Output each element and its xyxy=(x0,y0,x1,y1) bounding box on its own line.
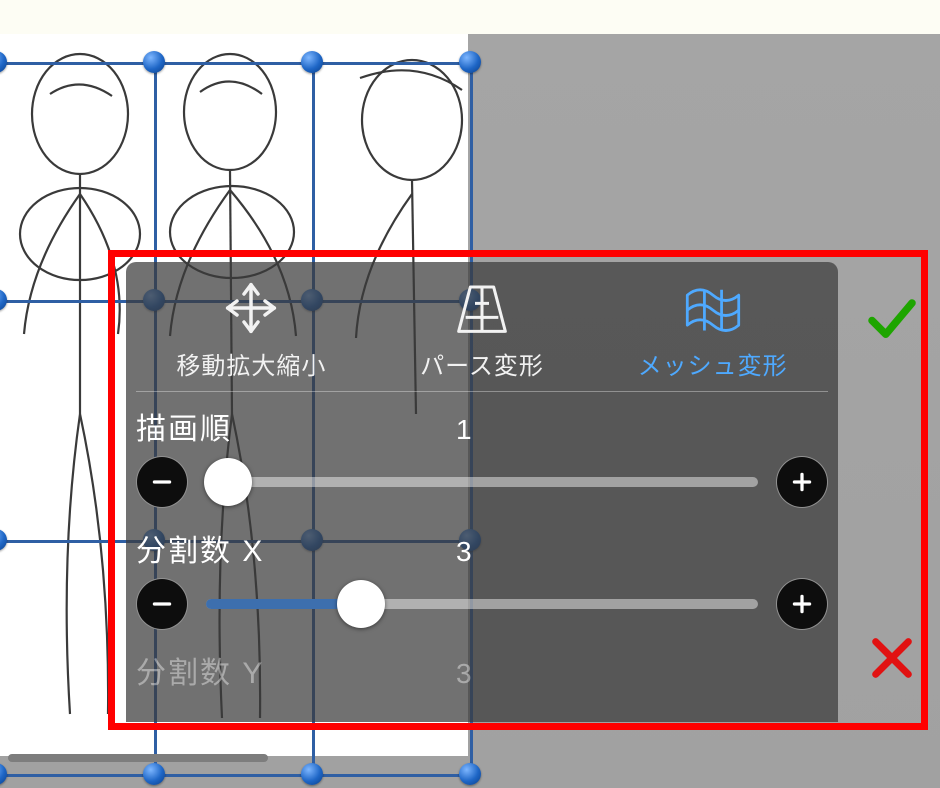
decrement-button[interactable] xyxy=(136,456,188,508)
slider-divisions-x[interactable] xyxy=(206,595,758,613)
tab-label: 移動拡大縮小 xyxy=(176,346,326,381)
increment-button[interactable] xyxy=(776,578,828,630)
value-draw-order: 1 xyxy=(456,414,472,446)
transform-controls: 描画順 1 分割数 X 3 xyxy=(126,392,838,692)
mesh-node[interactable] xyxy=(143,763,165,785)
transform-panel: 移動拡大縮小 パース変形 メッシ xyxy=(126,262,838,722)
slider-draw-order[interactable] xyxy=(206,473,758,491)
perspective-icon xyxy=(454,280,510,336)
tab-move-scale[interactable]: 移動拡大縮小 xyxy=(136,280,367,381)
confirm-button[interactable] xyxy=(854,280,930,356)
mesh-icon xyxy=(683,280,743,336)
control-divisions-y: 分割数 Y 3 xyxy=(136,648,828,692)
tab-perspective[interactable]: パース変形 xyxy=(367,280,598,381)
slider-thumb[interactable] xyxy=(337,580,385,628)
horizontal-scrollbar[interactable] xyxy=(8,754,268,762)
value-divisions-y: 3 xyxy=(456,658,472,690)
mesh-node[interactable] xyxy=(459,763,481,785)
slider-thumb[interactable] xyxy=(204,458,252,506)
tab-mesh[interactable]: メッシュ変形 xyxy=(597,280,828,381)
control-draw-order: 描画順 1 xyxy=(136,404,828,508)
label-divisions-x: 分割数 X xyxy=(136,526,456,570)
mesh-node[interactable] xyxy=(0,763,7,785)
increment-button[interactable] xyxy=(776,456,828,508)
label-divisions-y: 分割数 Y xyxy=(136,648,456,692)
mesh-node[interactable] xyxy=(459,51,481,73)
cancel-button[interactable] xyxy=(854,620,930,696)
label-draw-order: 描画順 xyxy=(136,404,456,448)
mesh-node[interactable] xyxy=(143,51,165,73)
tab-label: パース変形 xyxy=(420,346,544,381)
move-icon xyxy=(223,280,279,336)
transform-tabs: 移動拡大縮小 パース変形 メッシ xyxy=(136,262,828,392)
control-divisions-x: 分割数 X 3 xyxy=(136,526,828,630)
mesh-node[interactable] xyxy=(301,763,323,785)
mesh-node[interactable] xyxy=(301,51,323,73)
value-divisions-x: 3 xyxy=(456,536,472,568)
tab-label: メッシュ変形 xyxy=(638,346,788,381)
decrement-button[interactable] xyxy=(136,578,188,630)
